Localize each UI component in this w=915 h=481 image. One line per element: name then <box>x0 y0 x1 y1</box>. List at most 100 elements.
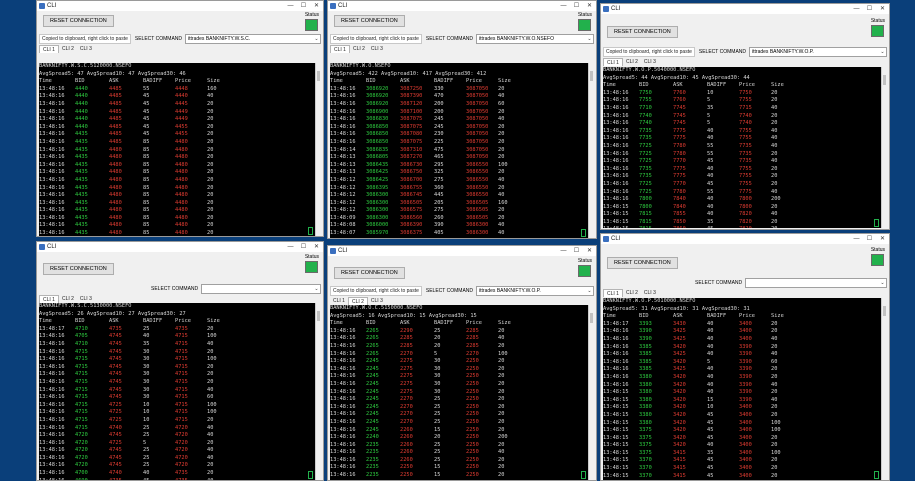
minimize-icon[interactable]: — <box>557 1 570 11</box>
tab-cli-3[interactable]: CLI 3 <box>368 297 386 305</box>
clipboard-hint[interactable]: Copied to clipboard, right click to past… <box>330 285 422 296</box>
cell-ask: 2270 <box>400 350 413 357</box>
tab-cli-3[interactable]: CLI 3 <box>641 289 659 297</box>
reset-connection-button[interactable]: RESET CONNECTION <box>334 15 405 27</box>
table-row: 13:48:16 4440 4485 55 4448 160 <box>39 86 321 94</box>
scrollbar-thumb[interactable] <box>590 71 593 81</box>
vertical-scrollbar[interactable] <box>881 67 887 228</box>
tab-cli-1[interactable]: CLI 1 <box>39 295 59 303</box>
select-command-dropdown[interactable]: ittrades BANKNIFTY.W.S.C. ⌄ <box>185 33 321 44</box>
tab-cli-2[interactable]: CLI 2 <box>59 295 77 303</box>
select-command-dropdown[interactable]: ittrades BANKNIFTY.W.O.P. ⌄ <box>476 285 594 296</box>
chevron-down-icon[interactable]: ⌄ <box>879 280 886 286</box>
cell-price: 3087050 <box>466 100 489 107</box>
cell-size: 20 <box>498 169 505 176</box>
console-output[interactable]: BANKNIFTY.W.O.C.5150000.NSEFO AvgSpread5:… <box>330 305 594 480</box>
select-command-dropdown[interactable]: ittrades BANKNIFTY.W.O.P. ⌄ <box>749 46 887 57</box>
tab-cli-3[interactable]: CLI 3 <box>641 58 659 66</box>
title-bar[interactable]: CLI — ☐ ✕ <box>37 1 323 11</box>
cell-time: 13:48:16 <box>39 222 65 229</box>
title-bar[interactable]: CLI — ☐ ✕ <box>601 4 889 14</box>
cell-price: 4455 <box>175 131 188 138</box>
minimize-icon[interactable]: — <box>850 234 863 244</box>
cell-bid: 3380 <box>639 381 652 388</box>
console-output[interactable]: BANKNIFTY.W.O.NSEFO AvgSpread5: 422 AvgSp… <box>330 63 594 238</box>
cell-ask: 7850 <box>673 218 686 225</box>
console-output[interactable]: BANKNIFTY.W.O.P.5010000.NSEFO AvgSpread5:… <box>603 298 887 480</box>
maximize-icon[interactable]: ☐ <box>863 4 876 14</box>
select-command-dropdown[interactable]: ⌄ <box>745 277 887 288</box>
vertical-scrollbar[interactable] <box>588 305 594 480</box>
maximize-icon[interactable]: ☐ <box>863 234 876 244</box>
select-command-dropdown[interactable]: ittrades BANKNIFTY.W.O.NSEFO ⌄ <box>476 33 594 44</box>
cell-bid: 3086850 <box>366 123 389 130</box>
cell-price: 4480 <box>175 207 188 214</box>
scrollbar-thumb[interactable] <box>883 306 886 316</box>
close-icon[interactable]: ✕ <box>583 1 596 11</box>
cell-bid: 4440 <box>75 100 88 107</box>
console-output[interactable]: BANKNIFTY.W.S.C.5130000.NSEFO AvgSpread5:… <box>39 303 321 480</box>
close-icon[interactable]: ✕ <box>583 246 596 256</box>
table-row: 13:48:09 3086300 3086560 260 3086505 20 <box>330 215 594 223</box>
scrollbar-thumb[interactable] <box>317 71 320 81</box>
chevron-down-icon[interactable]: ⌄ <box>313 286 320 292</box>
minimize-icon[interactable]: — <box>850 4 863 14</box>
tab-cli-1[interactable]: CLI 1 <box>330 297 348 305</box>
title-bar[interactable]: CLI — ☐ ✕ <box>328 1 596 11</box>
reset-connection-button[interactable]: RESET CONNECTION <box>607 257 678 269</box>
app-icon <box>603 236 609 242</box>
cell-time: 13:48:16 <box>603 373 629 380</box>
console-output[interactable]: BANKNIFTY.W.S.C.5120000.NSEFO AvgSpread5:… <box>39 63 321 236</box>
console-output[interactable]: BANKNIFTY.W.O.P.5040000.NSEFO AvgSpread5:… <box>603 67 887 228</box>
maximize-icon[interactable]: ☐ <box>570 1 583 11</box>
cell-size: 20 <box>207 363 214 370</box>
chevron-down-icon[interactable]: ⌄ <box>879 49 886 55</box>
tab-cli-1[interactable]: CLI 1 <box>39 45 59 53</box>
reset-connection-button[interactable]: RESET CONNECTION <box>43 15 114 27</box>
tab-cli-3[interactable]: CLI 3 <box>77 295 95 303</box>
scrollbar-thumb[interactable] <box>590 313 593 323</box>
scrollbar-thumb[interactable] <box>883 75 886 85</box>
cell-price: 4715 <box>175 340 188 347</box>
clipboard-hint[interactable]: Copied to clipboard, right click to past… <box>603 46 695 57</box>
vertical-scrollbar[interactable] <box>315 63 321 236</box>
close-icon[interactable]: ✕ <box>876 234 889 244</box>
tab-cli-1[interactable]: CLI 1 <box>603 289 623 297</box>
chevron-down-icon[interactable]: ⌄ <box>586 36 593 42</box>
tab-cli-1[interactable]: CLI 1 <box>330 45 350 53</box>
maximize-icon[interactable]: ☐ <box>570 246 583 256</box>
reset-connection-button[interactable]: RESET CONNECTION <box>607 26 678 38</box>
tab-cli-1[interactable]: CLI 1 <box>603 58 623 66</box>
tab-cli-2[interactable]: CLI 2 <box>59 45 77 53</box>
cell-size: 100 <box>771 419 781 426</box>
close-icon[interactable]: ✕ <box>876 4 889 14</box>
tab-cli-3[interactable]: CLI 3 <box>368 45 386 53</box>
maximize-icon[interactable]: ☐ <box>297 242 310 252</box>
minimize-icon[interactable]: — <box>284 1 297 11</box>
tab-cli-2[interactable]: CLI 2 <box>623 58 641 66</box>
reset-connection-button[interactable]: RESET CONNECTION <box>43 263 114 275</box>
tab-cli-2[interactable]: CLI 2 <box>347 297 368 305</box>
minimize-icon[interactable]: — <box>284 242 297 252</box>
title-bar[interactable]: CLI — ☐ ✕ <box>328 246 596 256</box>
close-icon[interactable]: ✕ <box>310 1 323 11</box>
scrollbar-thumb[interactable] <box>317 311 320 321</box>
clipboard-hint[interactable]: Copied to clipboard, right click to past… <box>330 33 422 44</box>
vertical-scrollbar[interactable] <box>881 298 887 480</box>
table-row: 13:48:16 4715 4725 10 4715 100 <box>39 409 321 417</box>
close-icon[interactable]: ✕ <box>310 242 323 252</box>
vertical-scrollbar[interactable] <box>315 303 321 480</box>
clipboard-hint[interactable]: Copied to clipboard, right click to past… <box>39 33 131 44</box>
tab-cli-2[interactable]: CLI 2 <box>623 289 641 297</box>
chevron-down-icon[interactable]: ⌄ <box>586 288 593 294</box>
minimize-icon[interactable]: — <box>557 246 570 256</box>
select-command-dropdown[interactable]: ⌄ <box>201 283 321 294</box>
tab-cli-2[interactable]: CLI 2 <box>350 45 368 53</box>
title-bar[interactable]: CLI — ☐ ✕ <box>601 234 889 244</box>
reset-connection-button[interactable]: RESET CONNECTION <box>334 267 405 279</box>
tab-cli-3[interactable]: CLI 3 <box>77 45 95 53</box>
title-bar[interactable]: CLI — ☐ ✕ <box>37 242 323 252</box>
maximize-icon[interactable]: ☐ <box>297 1 310 11</box>
chevron-down-icon[interactable]: ⌄ <box>313 36 320 42</box>
vertical-scrollbar[interactable] <box>588 63 594 238</box>
